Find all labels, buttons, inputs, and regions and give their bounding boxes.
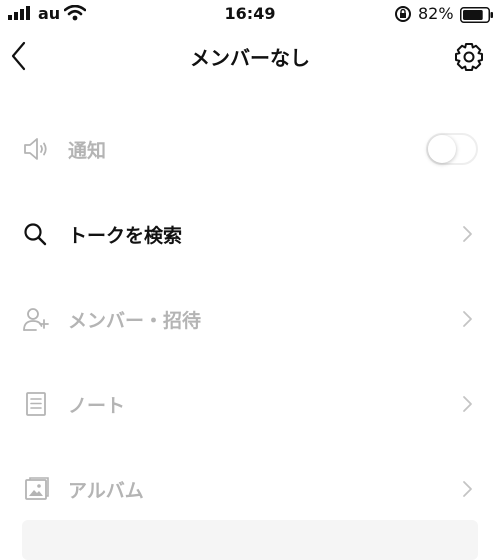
- chevron-right-icon: [463, 396, 472, 412]
- chat-menu-list: 通知 トークを検索 メンバー・招待 ノート アルバム: [0, 106, 500, 531]
- menu-item-label: メンバー・招待: [68, 310, 202, 332]
- chevron-right-icon: [463, 226, 472, 242]
- menu-item-label: 通知: [68, 140, 107, 162]
- status-bar: au 16:49 82%: [0, 0, 500, 30]
- album-icon: [25, 477, 49, 500]
- notifications-toggle[interactable]: [426, 133, 478, 165]
- menu-item-notifications[interactable]: 通知: [0, 106, 500, 191]
- bottom-card: [22, 520, 478, 560]
- menu-item-label: アルバム: [68, 480, 144, 502]
- speaker-icon: [24, 138, 47, 160]
- search-icon: [24, 223, 47, 246]
- battery-icon: [460, 7, 493, 23]
- chevron-right-icon: [463, 311, 472, 327]
- menu-item-label: ノート: [68, 395, 126, 417]
- page-title: メンバーなし: [190, 46, 310, 70]
- menu-item-album[interactable]: アルバム: [0, 446, 500, 531]
- toggle-knob: [428, 135, 456, 163]
- rotation-lock-icon: [395, 6, 411, 22]
- menu-item-members-invite[interactable]: メンバー・招待: [0, 276, 500, 361]
- settings-button[interactable]: [452, 40, 486, 74]
- nav-header: メンバーなし: [0, 30, 500, 84]
- chevron-right-icon: [463, 481, 472, 497]
- menu-item-notes[interactable]: ノート: [0, 361, 500, 446]
- battery-percent: 82%: [418, 4, 454, 23]
- add-user-icon: [23, 308, 49, 331]
- menu-item-label: トークを検索: [68, 225, 183, 247]
- menu-item-search-talk[interactable]: トークを検索: [0, 191, 500, 276]
- note-icon: [26, 392, 46, 416]
- gear-icon: [455, 43, 483, 71]
